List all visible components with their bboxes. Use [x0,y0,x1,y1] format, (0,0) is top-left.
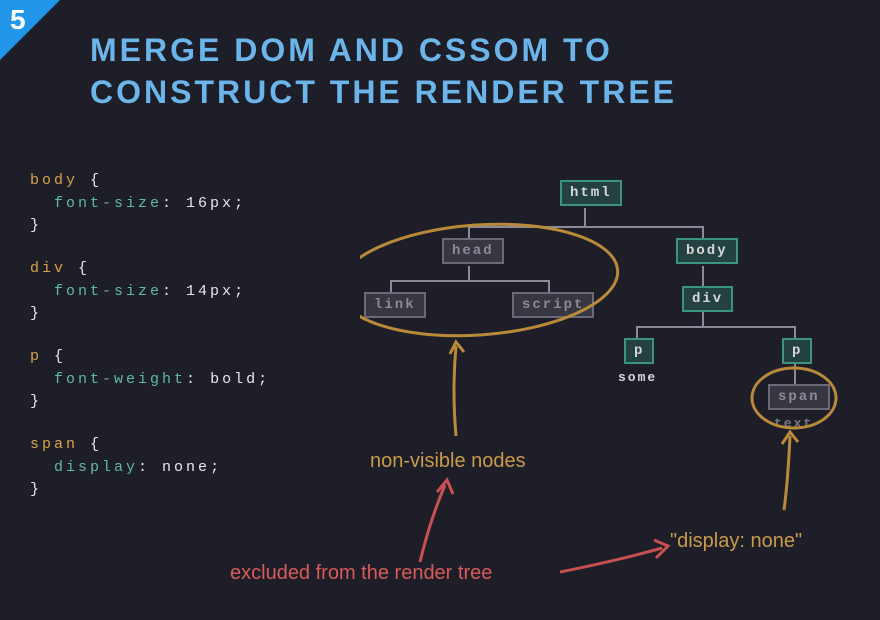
css-rule-body: body { font-size: 16px; } [30,170,246,238]
css-rule-div: div { font-size: 14px; } [30,258,246,326]
tree-node-span: span [768,384,830,410]
tree-node-body: body [676,238,738,264]
tree-node-html: html [560,180,622,206]
css-rule-span: span { display: none; } [30,434,222,502]
leaf-text-text: text [774,416,813,431]
tree-node-p2: p [782,338,812,364]
tree-node-div: div [682,286,733,312]
slide-number-badge: 5 [0,0,60,60]
annotation-display-none: "display: none" [670,530,802,553]
tree-node-link: link [364,292,426,318]
tree-node-head: head [442,238,504,264]
tree-node-script: script [512,292,594,318]
slide-title: MERGE DOM AND CSSOM TO CONSTRUCT THE REN… [90,30,840,113]
annotation-excluded: excluded from the render tree [230,562,492,585]
css-rule-p: p { font-weight: bold; } [30,346,270,414]
tree-node-p1: p [624,338,654,364]
leaf-text-some: some [618,370,657,385]
annotation-non-visible: non-visible nodes [370,450,526,473]
